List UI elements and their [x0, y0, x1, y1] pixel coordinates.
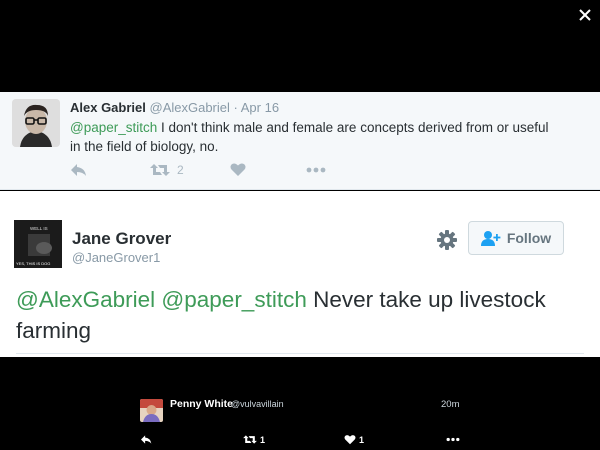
author-handle[interactable]: @AlexGabriel	[150, 100, 230, 115]
tweet-actions: 2	[70, 162, 370, 182]
author-name[interactable]: Alex Gabriel	[70, 100, 146, 115]
like-button[interactable]	[230, 162, 246, 177]
close-icon	[579, 9, 591, 21]
retweet-button[interactable]: 2	[150, 162, 184, 178]
like-count: 1	[359, 434, 365, 445]
tweet-text: @AlexGabriel @paper_stitch Never take up…	[16, 284, 576, 346]
avatar-image: WELL IS YES, THIS IS DOG	[14, 220, 62, 268]
retweet-count: 1	[260, 434, 266, 445]
author-name[interactable]: Jane Grover	[72, 229, 171, 249]
author-name[interactable]: Penny White	[170, 398, 233, 410]
divider	[16, 353, 584, 354]
reply-button[interactable]	[140, 434, 153, 445]
gear-icon	[437, 230, 457, 250]
retweet-icon	[243, 435, 257, 444]
retweet-count: 2	[177, 163, 184, 177]
more-button[interactable]	[446, 434, 460, 445]
tweet-time: 20m	[441, 399, 460, 410]
reply-button[interactable]	[70, 162, 88, 178]
more-icon	[446, 437, 460, 442]
retweet-button[interactable]: 1	[243, 434, 265, 445]
avatar-caption-top: WELL IS	[30, 226, 48, 231]
reply-icon	[141, 435, 152, 444]
tweet-date[interactable]: Apr 16	[241, 100, 279, 115]
avatar-caption-bottom: YES, THIS IS DOG	[16, 261, 50, 266]
author-handle[interactable]: @vulvavillain	[231, 399, 284, 409]
more-icon	[306, 167, 326, 173]
mention-link[interactable]: @AlexGabriel	[16, 287, 155, 312]
avatar-image	[12, 99, 60, 147]
close-button[interactable]	[574, 4, 596, 26]
tweet-text: @paper_stitch I don't think male and fem…	[70, 118, 560, 156]
add-user-icon	[480, 231, 501, 246]
more-button[interactable]	[306, 162, 326, 178]
mention-link[interactable]: @paper_stitch	[161, 287, 306, 312]
main-tweet: WELL IS YES, THIS IS DOG Jane Grover @Ja…	[0, 191, 600, 357]
meta-separator: ·	[229, 100, 241, 115]
mention-link[interactable]: @paper_stitch	[70, 120, 157, 135]
settings-button[interactable]	[436, 229, 458, 251]
like-button[interactable]: 1	[344, 434, 364, 445]
heart-icon	[344, 435, 356, 445]
tweet-header: Alex Gabriel @AlexGabriel · Apr 16	[70, 100, 279, 115]
parent-tweet[interactable]: Alex Gabriel @AlexGabriel · Apr 16 @pape…	[0, 92, 600, 190]
avatar-image	[140, 399, 163, 422]
reply-icon	[71, 164, 86, 176]
avatar[interactable]: WELL IS YES, THIS IS DOG	[14, 220, 62, 268]
avatar[interactable]	[12, 99, 60, 147]
retweet-icon	[150, 164, 170, 176]
follow-label: Follow	[506, 230, 552, 246]
avatar[interactable]	[140, 399, 163, 422]
heart-icon	[230, 163, 246, 176]
follow-button[interactable]: Follow	[468, 221, 564, 255]
author-handle[interactable]: @JaneGrover1	[72, 250, 160, 265]
